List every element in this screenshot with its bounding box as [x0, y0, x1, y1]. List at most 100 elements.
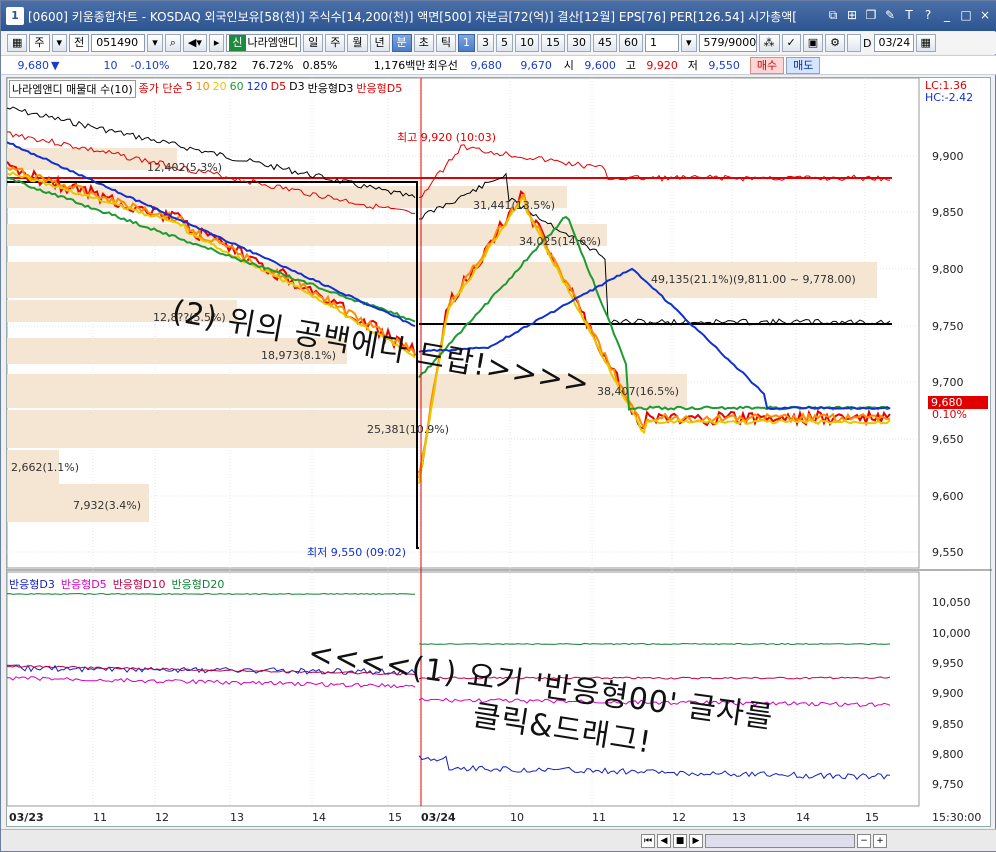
y-tick: 9,700 — [932, 376, 964, 389]
scroll-first-icon[interactable]: ⏮ — [641, 833, 655, 848]
minute-3[interactable]: 3 — [477, 34, 495, 52]
down-arrow-icon: ▼ — [51, 58, 60, 72]
minute-10[interactable]: 10 — [515, 34, 540, 52]
change-rate: -0.10% — [130, 58, 170, 72]
reactive-d3-legend-bottom[interactable]: 반응형D3 — [9, 576, 55, 592]
bid-price: 9,670 — [520, 58, 552, 72]
reactive-d10-legend-bottom[interactable]: 반응형D10 — [113, 576, 166, 592]
period-day[interactable]: 일 — [303, 34, 324, 52]
close-legend[interactable]: 종가 단순 — [139, 80, 183, 98]
minute-60[interactable]: 60 — [619, 34, 644, 52]
period-month[interactable]: 월 — [347, 34, 368, 52]
current-rate-tag: 0.10% — [932, 408, 967, 421]
stock-name-field[interactable]: 신 나라엠앤디 — [226, 34, 302, 52]
interval-select[interactable]: 1 — [645, 34, 680, 52]
vp-label: 12,402(5.3%) — [147, 161, 223, 174]
data-count-field[interactable]: 579/9000 — [698, 34, 757, 52]
link-icon[interactable]: ⧉ — [825, 7, 841, 23]
price-change: 10 — [103, 58, 118, 72]
scroll-bar-track[interactable] — [705, 833, 855, 848]
search-icon[interactable]: ⌕ — [164, 34, 181, 52]
help-icon[interactable]: ? — [920, 7, 936, 23]
reactive-d5-legend[interactable]: 반응형D5 — [356, 80, 402, 98]
chevron-down-icon[interactable]: ▾ — [51, 34, 68, 52]
volume-profile-legend[interactable]: 나라엠앤디 매물대 수(10) — [9, 80, 136, 98]
reactive-d20-legend-bottom[interactable]: 반응형D20 — [172, 576, 225, 592]
ma120-legend[interactable]: 120 — [247, 80, 268, 98]
reactive-d5-legend-bottom[interactable]: 반응형D5 — [61, 576, 107, 592]
vp-label: 7,932(3.4%) — [73, 499, 142, 512]
sell-button[interactable]: 매도 — [786, 56, 821, 74]
dropdown-icon[interactable]: ▾ — [147, 34, 163, 52]
top-legend: 나라엠앤디 매물대 수(10) 종가 단순 5 10 20 60 120 D5 … — [9, 80, 403, 98]
type-select[interactable]: 전 — [69, 34, 90, 52]
x-tick: 12 — [155, 811, 169, 824]
vp-label: 38,407(16.5%) — [597, 385, 680, 398]
scroll-left-icon[interactable]: ◀ — [657, 833, 671, 848]
chart-window: { "title": { "app_number": "1", "text": … — [0, 0, 996, 852]
stock-name: 나라엠앤디 — [247, 36, 299, 49]
maximize-icon[interactable]: □ — [958, 7, 974, 23]
text-icon[interactable]: T — [901, 7, 917, 23]
save-icon[interactable]: ▣ — [802, 34, 824, 52]
y-tick: 9,600 — [932, 490, 964, 503]
d5-legend[interactable]: D5 — [271, 80, 286, 98]
x-tick: 15 — [388, 811, 402, 824]
app-number-icon: 1 — [6, 7, 24, 25]
scroll-right-icon[interactable]: ▶ — [689, 833, 703, 848]
zoom-in-icon[interactable]: + — [873, 833, 887, 848]
y-tick-lower: 10,050 — [932, 596, 971, 609]
chart-area[interactable]: 12,402(5.3%) 31,441(13.5%) 34,025(14.6%)… — [6, 77, 992, 827]
x-tick: 13 — [230, 811, 244, 824]
zoom-out-icon[interactable]: − — [857, 833, 871, 848]
new-window-icon[interactable]: ⊞ — [844, 7, 860, 23]
window-title: [0600] 키움종합차트 - KOSDAQ 외국인보유[58(천)] 주식수[… — [28, 9, 797, 24]
d3-legend[interactable]: D3 — [289, 80, 304, 98]
minute-1[interactable]: 1 — [458, 34, 476, 52]
period-second[interactable]: 초 — [413, 34, 434, 52]
market-select[interactable]: 주 — [29, 34, 50, 52]
ma10-legend[interactable]: 10 — [196, 80, 210, 98]
sound-icon[interactable]: ◀▾ — [182, 34, 207, 52]
calendar-icon[interactable]: ▦ — [915, 34, 936, 52]
minute-15[interactable]: 15 — [541, 34, 566, 52]
x-tick: 15 — [865, 811, 879, 824]
x-tick: 14 — [312, 811, 326, 824]
ma60-legend[interactable]: 60 — [230, 80, 244, 98]
menu-grid-icon[interactable]: ▦ — [7, 34, 28, 52]
credit-badge: 신 — [229, 35, 246, 51]
minute-30[interactable]: 30 — [567, 34, 592, 52]
x-time: 15:30:00 — [932, 811, 982, 824]
tool-icon-2[interactable]: ✓ — [781, 34, 801, 52]
tool-icon-1[interactable]: ⁂ — [758, 34, 780, 52]
restore-icon[interactable]: ❐ — [863, 7, 879, 23]
period-year[interactable]: 년 — [369, 34, 390, 52]
buy-button[interactable]: 매수 — [749, 56, 785, 74]
volume-ratio: 76.72% — [251, 58, 294, 72]
minimize-icon[interactable]: _ — [939, 7, 955, 23]
ma20-legend[interactable]: 20 — [213, 80, 227, 98]
x-tick: 03/23 — [9, 811, 44, 824]
stop-icon[interactable]: ■ — [673, 833, 687, 848]
date-checkbox[interactable] — [847, 34, 862, 52]
low-price: 9,550 — [708, 58, 740, 72]
stock-code-input[interactable]: 051490 — [91, 34, 146, 52]
period-minute[interactable]: 분 — [391, 34, 412, 52]
close-icon[interactable]: × — [977, 7, 993, 23]
interval-dropdown-icon[interactable]: ▾ — [681, 34, 697, 52]
edit-icon[interactable]: ✎ — [882, 7, 898, 23]
date-input[interactable]: 03/24 — [873, 34, 914, 52]
y-tick-lower: 9,750 — [932, 778, 964, 791]
ma5-legend[interactable]: 5 — [186, 80, 193, 98]
minute-45[interactable]: 45 — [593, 34, 618, 52]
y-tick: 9,650 — [932, 433, 964, 446]
reactive-d20-lower-b — [418, 642, 891, 646]
gear-icon[interactable]: ⚙ — [825, 34, 846, 52]
minute-5[interactable]: 5 — [496, 34, 514, 52]
period-tick[interactable]: 틱 — [435, 34, 457, 52]
reactive-d3-legend[interactable]: 반응형D3 — [308, 80, 354, 98]
vp-label: 49,135(21.1%)(9,811.00 ~ 9,778.00) — [651, 273, 856, 286]
x-tick: 13 — [732, 811, 746, 824]
period-week[interactable]: 주 — [325, 34, 346, 52]
shortcut-icon[interactable]: ▸ — [208, 34, 225, 52]
